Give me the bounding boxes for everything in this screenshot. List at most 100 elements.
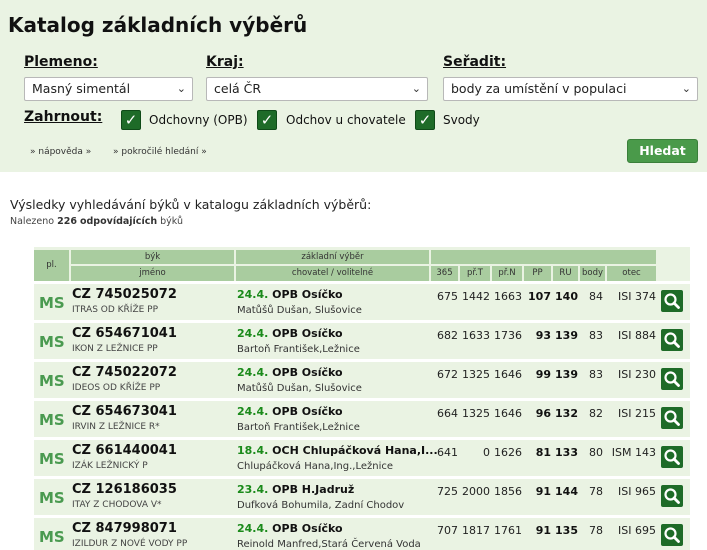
stat-c365: 725 [437, 485, 458, 498]
sort-select-value: body za umístění v populaci [451, 81, 627, 96]
stat-body: 80 [589, 446, 603, 459]
header-prt: př.T [460, 266, 490, 281]
stat-ru: 132 [555, 407, 578, 420]
detail-button[interactable] [661, 329, 683, 351]
region-select[interactable]: celá ČR ⌄ [206, 77, 428, 101]
table-row[interactable]: MS CZ 745022072 IDEOS OD KŘÍŽE PP 24.4. OPB… [34, 359, 690, 395]
bull-name: IZILDUR Z NOVÉ VODY PP [72, 539, 188, 549]
stat-pp: 96 [535, 407, 551, 420]
bull-code[interactable]: CZ 847998071 [72, 521, 177, 536]
found-bold-suffix: odpovídajících [79, 216, 158, 227]
found-prefix: Nalezeno [10, 216, 55, 227]
help-link[interactable]: » nápověda » [30, 147, 91, 157]
bull-code[interactable]: CZ 126186035 [72, 482, 177, 497]
checkmark-icon: ✓ [418, 111, 432, 129]
sire-code: ISI 374 [618, 290, 656, 303]
selection-place: OPB Osíčko [272, 522, 343, 535]
checkbox-opb-label[interactable]: Odchovny (OPB) [149, 113, 248, 127]
stat-prn: 1761 [494, 524, 522, 537]
detail-button[interactable] [661, 290, 683, 312]
search-icon [664, 488, 680, 504]
stat-prt: 2000 [462, 485, 490, 498]
bull-code[interactable]: CZ 654671041 [72, 326, 177, 341]
found-count: 226 [57, 216, 77, 227]
advanced-search-link[interactable]: » pokročilé hledání » [113, 147, 207, 157]
chevron-down-icon: ⌄ [176, 82, 186, 95]
selection-info: 24.4. OPB Osíčko [237, 366, 343, 379]
sire-code: ISI 695 [618, 524, 656, 537]
checkbox-opb[interactable]: ✓ [121, 110, 141, 130]
selection-place: OCH Chlupáčková Hana,I... [272, 444, 438, 457]
detail-button[interactable] [661, 407, 683, 429]
bull-code[interactable]: CZ 745022072 [72, 365, 177, 380]
table-row[interactable]: MS CZ 745025072 ITRAS OD KŘÍŽE PP 24.4. OPB… [34, 281, 690, 317]
stat-prn: 1646 [494, 368, 522, 381]
search-icon [664, 449, 680, 465]
search-icon [664, 332, 680, 348]
results-count: Nalezeno 226 odpovídajících býků [10, 216, 183, 227]
selection-info: 23.4. OPB H.Jadruž [237, 483, 354, 496]
results-table: pl. býk jméno základní výběr chovatel / … [34, 247, 690, 550]
breed-code: MS [39, 372, 65, 390]
breeder: Dufková Bohumila, Zadní Chodov [237, 500, 405, 511]
selection-info: 24.4. OPB Osíčko [237, 327, 343, 340]
stat-body: 83 [589, 368, 603, 381]
breed-select-value: Masný simentál [32, 81, 131, 96]
header-ru: RU [553, 266, 578, 281]
stat-c365: 641 [437, 446, 458, 459]
sort-select[interactable]: body za umístění v populaci ⌄ [443, 77, 698, 101]
breeder: Reinold Manfred,Stará Červená Voda [237, 539, 421, 550]
stat-prt: 1633 [462, 329, 490, 342]
stat-prt: 1442 [462, 290, 490, 303]
bull-name: IRVIN Z LEŽNICE R* [72, 422, 160, 432]
breed-select[interactable]: Masný simentál ⌄ [24, 77, 193, 101]
stat-prn: 1646 [494, 407, 522, 420]
stat-pp: 99 [535, 368, 551, 381]
table-row[interactable]: MS CZ 847998071 IZILDUR Z NOVÉ VODY PP 24.4… [34, 515, 690, 550]
chevron-down-icon: ⌄ [411, 82, 421, 95]
detail-button[interactable] [661, 485, 683, 507]
table-row[interactable]: MS CZ 661440041 IZÁK LEŽNICKÝ P 18.4. OCH C… [34, 437, 690, 473]
selection-date: 24.4. [237, 522, 269, 535]
stat-body: 83 [589, 329, 603, 342]
bull-code[interactable]: CZ 654673041 [72, 404, 177, 419]
chevron-down-icon: ⌄ [681, 82, 691, 95]
header-pp: PP [524, 266, 551, 281]
stat-prn: 1626 [494, 446, 522, 459]
bull-name: IDEOS OD KŘÍŽE PP [72, 383, 161, 393]
sire-code: ISI 215 [618, 407, 656, 420]
bull-code[interactable]: CZ 661440041 [72, 443, 177, 458]
stat-ru: 139 [555, 368, 578, 381]
breed-code: MS [39, 411, 65, 429]
detail-button[interactable] [661, 524, 683, 546]
stat-pp: 91 [535, 485, 551, 498]
header-chovatel: chovatel / volitelné [236, 266, 429, 281]
bull-code[interactable]: CZ 745025072 [72, 287, 177, 302]
checkbox-breeder[interactable]: ✓ [257, 110, 277, 130]
table-row[interactable]: MS CZ 654673041 IRVIN Z LEŽNICE R* 24.4. OP… [34, 398, 690, 434]
checkbox-svody-label[interactable]: Svody [443, 113, 480, 127]
breeder: Bartoň František,Ležnice [237, 344, 360, 355]
detail-button[interactable] [661, 368, 683, 390]
checkbox-svody[interactable]: ✓ [415, 110, 435, 130]
region-label: Kraj: [206, 54, 244, 70]
sort-label: Seřadit: [443, 54, 507, 70]
sire-code: ISM 143 [611, 446, 656, 459]
selection-place: OPB Osíčko [272, 366, 343, 379]
detail-button[interactable] [661, 446, 683, 468]
stat-c365: 682 [437, 329, 458, 342]
header-body: body [580, 266, 605, 281]
stat-prt: 1817 [462, 524, 490, 537]
table-row[interactable]: MS CZ 654671041 IKON Z LEŽNICE PP 24.4. OPB… [34, 320, 690, 356]
selection-place: OPB Osíčko [272, 327, 343, 340]
checkbox-breeder-label[interactable]: Odchov u chovatele [286, 113, 406, 127]
selection-info: 24.4. OPB Osíčko [237, 522, 343, 535]
search-icon [664, 410, 680, 426]
stat-ru: 135 [555, 524, 578, 537]
selection-place: OPB Osíčko [272, 288, 343, 301]
table-row[interactable]: MS CZ 126186035 ITAY Z CHODOVA V* 23.4. OPB… [34, 476, 690, 512]
selection-date: 24.4. [237, 366, 269, 379]
search-icon [664, 371, 680, 387]
search-button[interactable]: Hledat [627, 139, 698, 163]
stat-body: 82 [589, 407, 603, 420]
